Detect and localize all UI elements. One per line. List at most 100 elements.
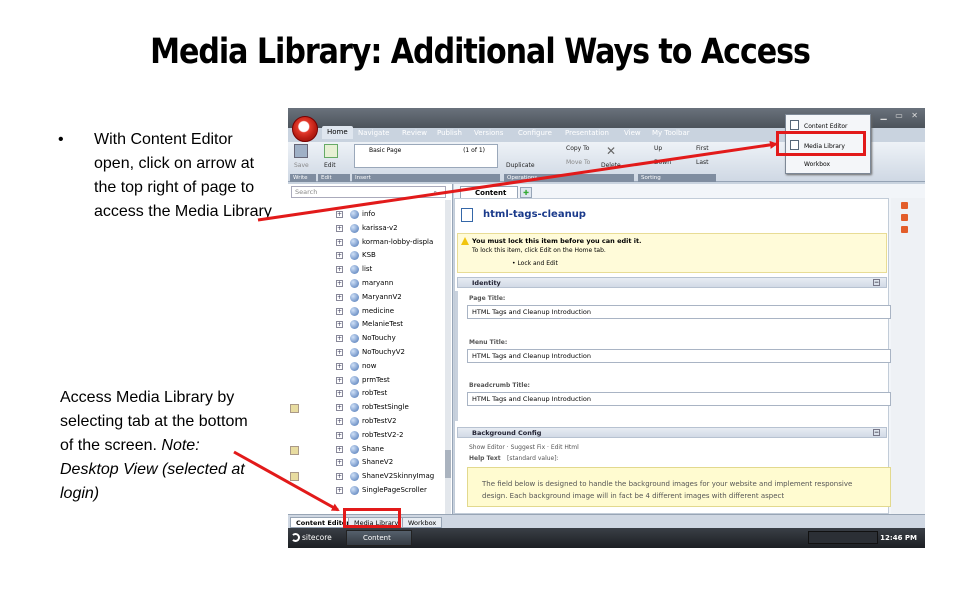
expand-icon[interactable]: + [336, 445, 343, 453]
tree-item-label: MaryannV2 [362, 292, 402, 301]
group-sorting: Sorting [638, 174, 716, 182]
taskbar-content-editor[interactable]: Content Editor [346, 530, 412, 546]
expand-icon[interactable]: + [336, 238, 343, 246]
tab-view[interactable]: View [624, 129, 641, 137]
tab-configure[interactable]: Configure [518, 129, 552, 137]
validation-icon[interactable] [901, 214, 908, 221]
sort-first-button[interactable]: First [696, 145, 709, 152]
collapse-icon[interactable]: − [873, 279, 880, 286]
search-input[interactable]: Search ⌕ [291, 186, 446, 198]
sort-down-button[interactable]: Down [654, 159, 671, 166]
field-stripe [455, 291, 458, 421]
search-icon[interactable]: ⌕ [433, 187, 437, 197]
site-icon [350, 389, 359, 399]
insert-combo[interactable]: Basic Page (1 of 1) [354, 144, 498, 168]
site-icon [350, 251, 359, 261]
breadcrumb-title-label: Breadcrumb Title: [469, 382, 530, 389]
tree-item-label: robTestV2-2 [362, 430, 404, 439]
tab-home[interactable]: Home [322, 126, 353, 139]
tree-item-label: KSB [362, 251, 376, 260]
validation-icon[interactable] [901, 226, 908, 233]
warning-title: You must lock this item before you can e… [472, 237, 642, 245]
page-title-field[interactable]: HTML Tags and Cleanup Introduction [467, 305, 891, 319]
tab-review[interactable]: Review [402, 129, 427, 137]
tab-my-toolbar[interactable]: My Toolbar [652, 129, 690, 137]
add-tab-icon[interactable]: ✚ [520, 187, 532, 198]
bottom-tab-instruction: Access Media Library by selecting tab at… [60, 386, 260, 506]
lock-and-edit-link[interactable]: • Lock and Edit [512, 260, 558, 267]
tab-content[interactable]: Content [460, 186, 518, 198]
duplicate-button[interactable]: Duplicate [506, 162, 535, 169]
expand-icon[interactable]: + [336, 376, 343, 384]
expand-icon[interactable]: + [336, 459, 343, 467]
tab-versions[interactable]: Versions [474, 129, 503, 137]
expand-icon[interactable]: + [336, 335, 343, 343]
menu-workbox[interactable]: Workbox [804, 161, 830, 168]
site-icon [350, 306, 359, 316]
tab-publish[interactable]: Publish [437, 129, 462, 137]
expand-icon[interactable]: + [336, 224, 343, 232]
expand-icon[interactable]: + [336, 321, 343, 329]
tree-item-label: now [362, 361, 377, 370]
expand-icon[interactable]: + [336, 390, 343, 398]
section-identity[interactable]: Identity − [457, 277, 887, 288]
site-icon [350, 472, 359, 482]
tree-item-label: karissa-v2 [362, 223, 398, 232]
site-icon [350, 486, 359, 495]
tree-item-label: Shane [362, 444, 384, 453]
expand-icon[interactable]: + [336, 252, 343, 260]
copy-to-button[interactable]: Copy To [566, 145, 589, 152]
site-icon [350, 320, 359, 330]
expand-icon[interactable]: + [336, 280, 343, 287]
bullet-text: With Content Editor open, click on arrow… [94, 131, 272, 220]
tab-presentation[interactable]: Presentation [565, 129, 609, 137]
expand-icon[interactable]: + [336, 431, 343, 439]
expand-icon[interactable]: + [336, 362, 343, 370]
group-operations: Operations [504, 174, 634, 182]
highlight-media-library-menu [776, 131, 866, 156]
move-to-button[interactable]: Move To [566, 159, 590, 166]
site-icon [350, 361, 359, 371]
expand-icon[interactable]: + [336, 293, 343, 301]
menu-title-field[interactable]: HTML Tags and Cleanup Introduction [467, 349, 891, 363]
collapse-icon[interactable]: − [873, 429, 880, 436]
site-icon [350, 265, 359, 275]
tree-scroll-thumb[interactable] [445, 450, 451, 478]
sitecore-start-icon[interactable] [291, 533, 300, 542]
validation-icon[interactable] [901, 202, 908, 209]
delete-button[interactable]: Delete [601, 162, 621, 169]
expand-icon[interactable]: + [336, 487, 343, 494]
section-background-config[interactable]: Background Config − [457, 427, 887, 438]
highlight-media-library-tab [343, 508, 401, 528]
tree-item-label: robTestV2 [362, 417, 397, 425]
menu-content-editor[interactable]: Content Editor [804, 123, 848, 130]
expand-icon[interactable]: + [336, 473, 343, 481]
window-controls[interactable]: ▁ ▭ ✕ [881, 111, 922, 120]
sort-up-button[interactable]: Up [654, 145, 662, 152]
sitecore-screenshot: ▁ ▭ ✕ Home Navigate Review Publish Versi… [288, 108, 925, 548]
group-write: Write [290, 174, 316, 182]
tree-item-label: prmTest [362, 375, 390, 384]
breadcrumb-title-field[interactable]: HTML Tags and Cleanup Introduction [467, 392, 891, 406]
expand-icon[interactable]: + [336, 404, 343, 412]
expand-icon[interactable]: + [336, 418, 343, 425]
expand-icon[interactable]: + [336, 266, 343, 274]
help-text-suffix: [standard value]: [507, 455, 559, 462]
site-icon [350, 279, 359, 288]
save-button[interactable]: Save [294, 162, 309, 169]
expand-icon[interactable]: + [336, 211, 343, 218]
edit-icon [324, 144, 338, 158]
expand-icon[interactable]: + [336, 349, 343, 356]
sitecore-start-button[interactable]: sitecore [302, 533, 332, 542]
site-icon [350, 292, 359, 302]
expand-icon[interactable]: + [336, 307, 343, 315]
site-icon [350, 444, 359, 454]
editor-links[interactable]: Show Editor · Suggest Fix · Edit Html [469, 444, 579, 451]
content-body: html-tags-cleanup You must lock this ite… [454, 198, 891, 514]
tab-navigate[interactable]: Navigate [358, 129, 389, 137]
bottom-tab-workbox[interactable]: Workbox [402, 517, 443, 528]
sort-last-button[interactable]: Last [696, 159, 709, 166]
tree-scrollbar[interactable] [445, 200, 451, 520]
sitecore-logo-button[interactable] [292, 116, 318, 142]
edit-button[interactable]: Edit [324, 162, 336, 169]
